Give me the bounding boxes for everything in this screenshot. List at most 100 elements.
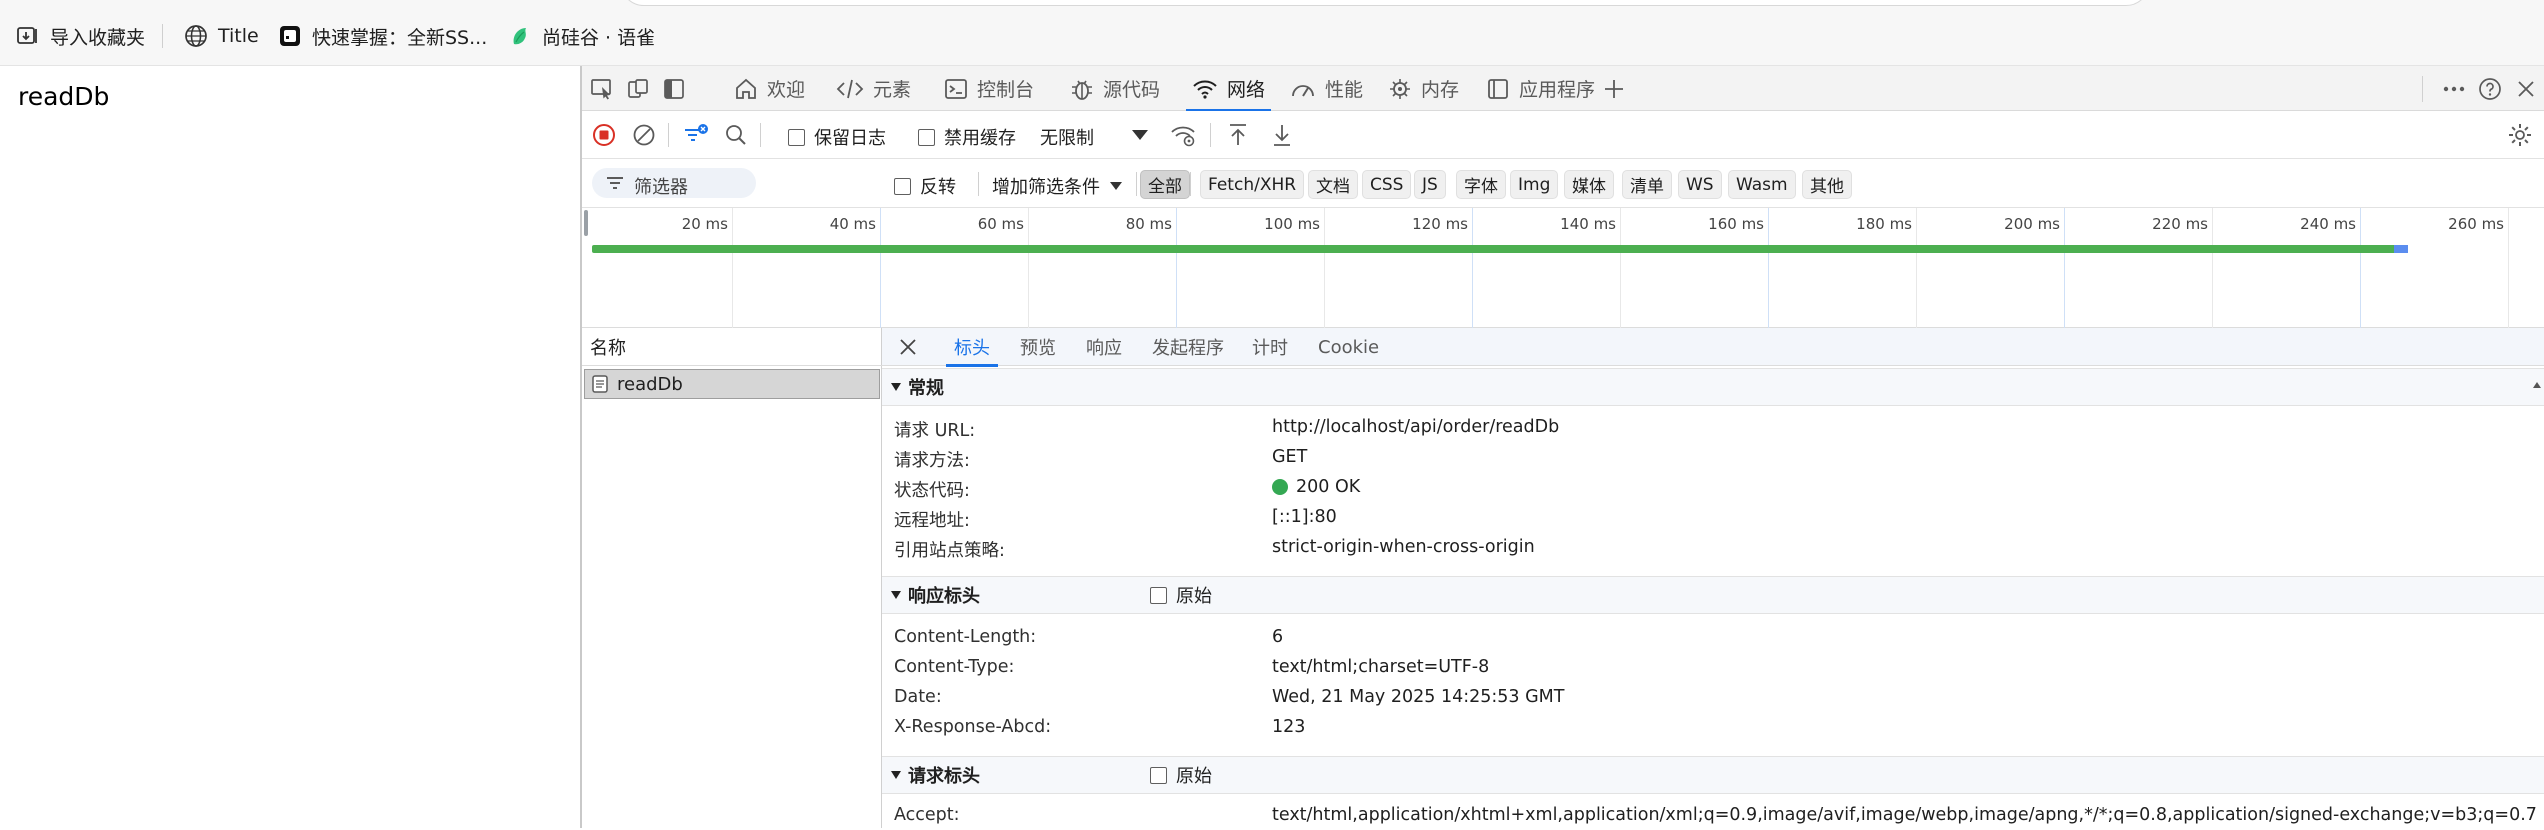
request-headers-section-header[interactable]: 请求标头 原始	[882, 756, 2544, 794]
type-filter-ws[interactable]: WS	[1678, 170, 1722, 199]
header-value[interactable]: [::1]:80	[1272, 507, 1337, 527]
tab-application[interactable]: 应用程序	[1480, 66, 1601, 111]
bookmark-separator	[162, 24, 163, 48]
tab-cookies[interactable]: Cookie	[1314, 328, 1383, 366]
overview-tick-label: 160 ms	[1708, 215, 1764, 233]
tab-timing[interactable]: 计时	[1248, 328, 1292, 366]
gauge-icon	[1290, 78, 1316, 100]
bookmark-quick-master[interactable]: 快速掌握：全新SS...	[278, 20, 487, 52]
header-value-text: GET	[1272, 447, 1308, 467]
header-key: Content-Type:	[894, 657, 1015, 677]
throttling-dropdown-icon[interactable]	[1126, 121, 1154, 149]
tab-sources[interactable]: 源代码	[1064, 66, 1166, 111]
header-value[interactable]: 6	[1272, 627, 1283, 647]
header-value[interactable]: http://localhost/api/order/readDb	[1272, 417, 1559, 437]
type-filter-img[interactable]: Img	[1510, 170, 1559, 199]
close-devtools-icon[interactable]	[2512, 75, 2540, 103]
clear-icon[interactable]	[630, 121, 658, 149]
record-stop-icon[interactable]	[590, 121, 618, 149]
search-icon[interactable]	[722, 121, 750, 149]
general-section-header[interactable]: 常规	[882, 368, 2544, 406]
bug-icon	[1070, 77, 1094, 101]
triangle-down-icon	[890, 770, 902, 780]
filter-toggle-icon[interactable]	[682, 121, 710, 149]
type-filter-manifest[interactable]: 清单	[1622, 170, 1672, 199]
network-overview[interactable]: 20 ms 40 ms 60 ms 80 ms 100 ms 120 ms 140 ms 16…	[582, 208, 2544, 328]
tab-preview[interactable]: 预览	[1016, 328, 1060, 366]
bookmark-title[interactable]: Title	[184, 20, 259, 52]
disable-cache-toggle[interactable]: 禁用缓存	[918, 124, 1016, 150]
header-value[interactable]: text/html,application/xhtml+xml,applicat…	[1272, 805, 2537, 825]
toolbar-separator	[668, 123, 669, 147]
tab-welcome[interactable]: 欢迎	[728, 66, 811, 111]
scroll-up-icon[interactable]	[2532, 380, 2542, 390]
preserve-log-toggle[interactable]: 保留日志	[788, 124, 886, 150]
filter-input[interactable]: 筛选器	[592, 168, 756, 198]
throttling-select[interactable]: 无限制	[1040, 124, 1094, 150]
response-headers-section-header[interactable]: 响应标头 原始	[882, 576, 2544, 614]
overview-tick-label: 260 ms	[2448, 215, 2504, 233]
invert-checkbox[interactable]	[894, 177, 911, 195]
type-filter-fetch-xhr[interactable]: Fetch/XHR	[1200, 170, 1305, 199]
device-emulation-icon[interactable]	[624, 75, 652, 103]
overview-gridline	[732, 208, 733, 328]
header-value[interactable]: Wed, 21 May 2025 14:25:53 GMT	[1272, 687, 1564, 707]
section-title-text: 常规	[908, 378, 944, 399]
overview-tick-label: 240 ms	[2300, 215, 2356, 233]
tab-initiator[interactable]: 发起程序	[1148, 328, 1228, 366]
bookmark-import-favorites[interactable]: 导入收藏夹	[16, 20, 145, 52]
more-options-icon[interactable]	[2440, 75, 2468, 103]
tab-headers[interactable]: 标头	[946, 328, 998, 367]
header-value[interactable]: 123	[1272, 717, 1305, 737]
bookmark-label: 尚硅谷 · 语雀	[542, 26, 656, 49]
type-filter-media[interactable]: 媒体	[1564, 170, 1614, 199]
home-icon	[734, 77, 758, 101]
overview-range-handle[interactable]	[584, 210, 588, 236]
network-conditions-icon[interactable]	[1170, 121, 1198, 149]
header-value[interactable]: strict-origin-when-cross-origin	[1272, 537, 1535, 557]
tab-console[interactable]: 控制台	[938, 66, 1040, 111]
tab-memory[interactable]: 内存	[1382, 66, 1465, 111]
header-value-text: 200 OK	[1296, 477, 1361, 497]
header-row: X-Response-Abcd: 123	[882, 712, 2544, 742]
tab-elements[interactable]: 元素	[830, 66, 917, 111]
type-filter-all[interactable]: 全部	[1140, 170, 1190, 199]
invert-toggle[interactable]: 反转	[894, 173, 956, 199]
raw-checkbox[interactable]	[1150, 586, 1167, 604]
import-har-icon[interactable]	[1224, 121, 1252, 149]
type-filter-js[interactable]: JS	[1414, 170, 1446, 199]
import-favorites-icon	[16, 25, 40, 47]
bookmarks-bar: 导入收藏夹 Title 快速掌握：全新SS... 尚硅谷 · 语雀	[0, 0, 2544, 66]
type-filter-document[interactable]: 文档	[1308, 170, 1358, 199]
raw-checkbox[interactable]	[1150, 766, 1167, 784]
disable-cache-checkbox[interactable]	[918, 128, 935, 146]
help-icon[interactable]	[2476, 75, 2504, 103]
tab-network[interactable]: 网络	[1186, 66, 1272, 112]
preserve-log-checkbox[interactable]	[788, 128, 805, 146]
request-row[interactable]: readDb	[584, 369, 880, 399]
header-value[interactable]: 200 OK	[1272, 477, 1360, 497]
type-filter-font[interactable]: 字体	[1456, 170, 1506, 199]
add-tab-icon[interactable]	[1600, 75, 1628, 103]
type-filter-wasm[interactable]: Wasm	[1728, 170, 1796, 199]
type-filter-other[interactable]: 其他	[1802, 170, 1852, 199]
more-filters-dropdown[interactable]: 增加筛选条件	[992, 173, 1123, 199]
bookmark-yuque[interactable]: 尚硅谷 · 语雀	[510, 20, 655, 52]
header-value[interactable]: GET	[1272, 447, 1307, 467]
tab-performance[interactable]: 性能	[1284, 66, 1369, 111]
sidebar-toggle-icon[interactable]	[660, 75, 688, 103]
tab-response[interactable]: 响应	[1082, 328, 1126, 366]
name-column-label: 名称	[590, 337, 626, 359]
bookmark-label: 导入收藏夹	[50, 26, 146, 49]
inspect-element-icon[interactable]	[588, 75, 616, 103]
raw-toggle[interactable]: 原始	[1150, 582, 1212, 608]
raw-toggle[interactable]: 原始	[1150, 762, 1212, 788]
header-key: 引用站点策略:	[894, 541, 1005, 561]
request-list-header[interactable]: 名称	[582, 328, 882, 366]
header-value[interactable]: text/html;charset=UTF-8	[1272, 657, 1489, 677]
export-har-icon[interactable]	[1268, 121, 1296, 149]
settings-gear-icon[interactable]	[2506, 121, 2534, 149]
page-body-text: readDb	[18, 82, 110, 111]
type-filter-css[interactable]: CSS	[1362, 170, 1412, 199]
close-details-icon[interactable]	[894, 333, 922, 361]
